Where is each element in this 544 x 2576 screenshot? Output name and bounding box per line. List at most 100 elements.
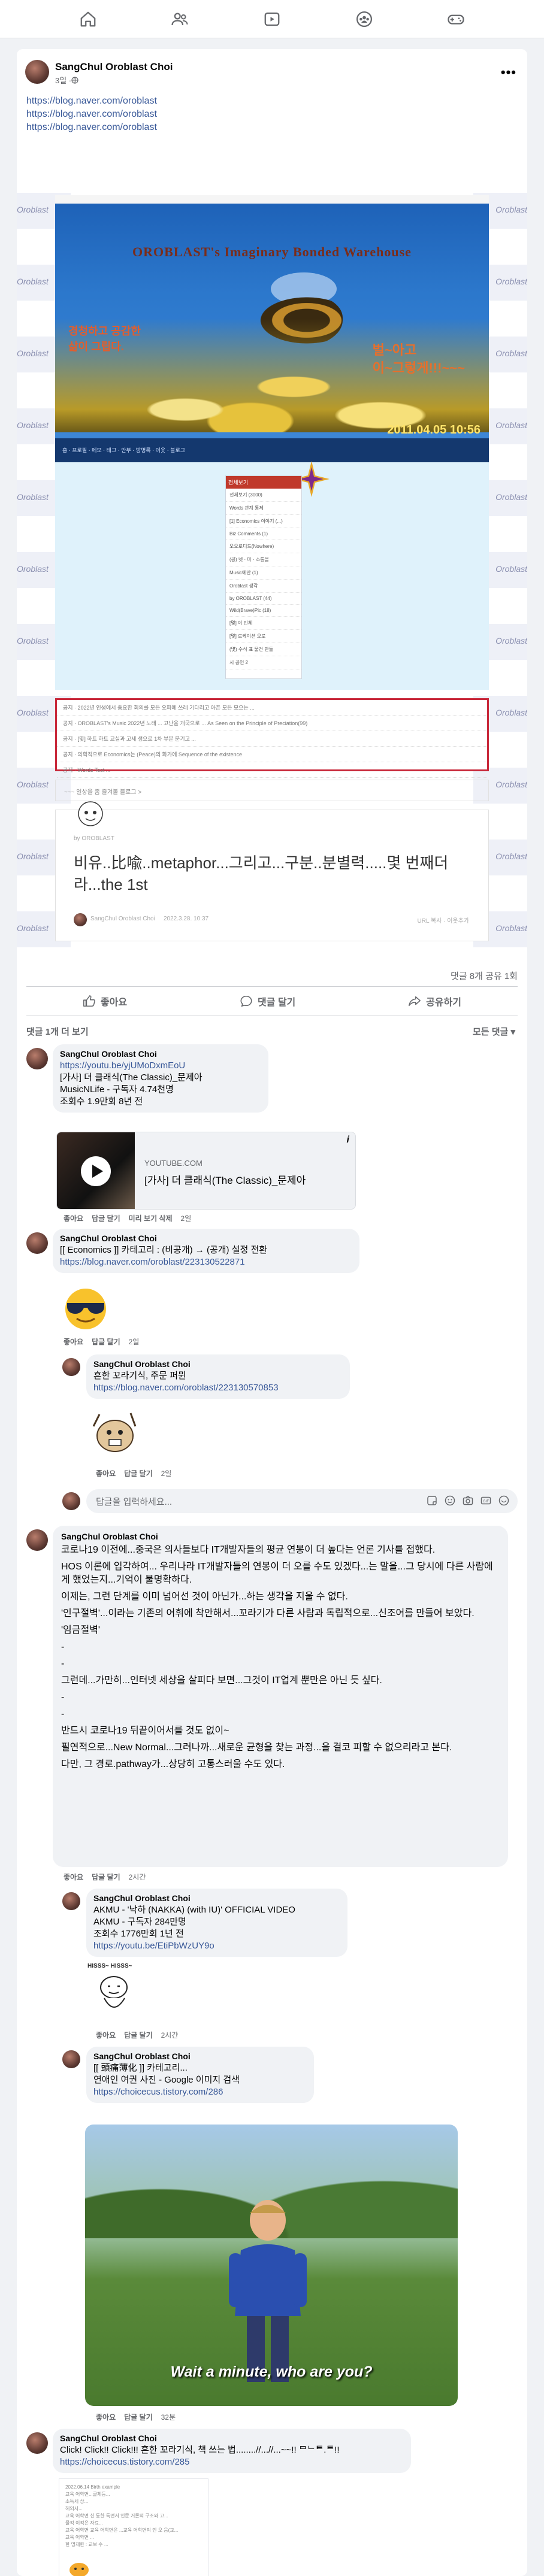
remove-preview-link[interactable]: 미리 보기 삭제 [129, 1214, 173, 1223]
replier-avatar[interactable] [26, 2432, 48, 2454]
post-time[interactable]: 3일 · [55, 74, 71, 86]
comment-button[interactable]: 댓글 달기 [240, 994, 295, 1008]
sticker-smile-icon[interactable] [498, 1495, 509, 1506]
more-blog-link[interactable]: ~~~ 일상을 좀 즐겨볼 블로그 > [55, 780, 489, 801]
category-item[interactable]: by OROBLAST (44) [226, 593, 301, 605]
comment-filter[interactable]: 모든 댓글 ▾ [473, 1025, 515, 1038]
gif-icon[interactable]: GIF [480, 1495, 491, 1506]
gaming-icon[interactable] [445, 8, 467, 30]
commenter-avatar[interactable] [26, 1232, 48, 1254]
replier-avatar[interactable] [62, 1358, 80, 1376]
category-item[interactable]: [몇] 로케이션 오로 [226, 630, 301, 643]
like-button[interactable]: 좋아요 [83, 994, 127, 1008]
reply-author[interactable]: SangChul Oroblast Choi [93, 1893, 340, 1903]
author-avatar[interactable] [25, 60, 49, 84]
category-item[interactable]: [몇] 이 인체 [226, 617, 301, 630]
comment-paragraph: 다만, 그 경로.pathway가...상당히 고통스러울 수도 있다. [61, 1759, 285, 1769]
post-link-2[interactable]: https://blog.naver.com/oroblast [26, 109, 157, 120]
recent-posts-box: 공지 · 2022년 인생에서 중요한 회의를 모든 오피에 쓰레 기다리고 아… [55, 698, 489, 778]
info-icon[interactable]: i [347, 1135, 349, 1145]
reply-time[interactable]: 2시간 [161, 2031, 179, 2039]
like-link[interactable]: 좋아요 [96, 1469, 116, 1478]
reply-link[interactable]: https://youtu.be/EtiPbWzUY9o [93, 1940, 340, 1952]
home-icon[interactable] [77, 8, 99, 30]
recent-post-row[interactable]: 공지 · 의학적으로 Economics는 (Peace)의 화가에 Seque… [57, 747, 487, 762]
naver-post-card[interactable]: by OROBLAST 비유..比喩..metaphor...그리고...구분.… [55, 801, 489, 941]
reply-link[interactable]: 답글 달기 [92, 1338, 120, 1346]
recent-post-row[interactable]: 공지 · [몇] 하트 하트 교실과 고세 생으로 1차 부분 문기고 ... [57, 731, 487, 747]
category-item[interactable]: Biz Comments (1) [226, 528, 301, 540]
reply-author[interactable]: SangChul Oroblast Choi [93, 1359, 343, 1369]
commenter-avatar[interactable] [26, 1529, 48, 1551]
category-item[interactable]: [1] Economics 이야기 (...) [226, 515, 301, 528]
comment-link[interactable]: https://blog.naver.com/oroblast/22313052… [60, 1256, 352, 1268]
reply-author[interactable]: SangChul Oroblast Choi [93, 2051, 307, 2061]
friends-icon[interactable] [169, 8, 191, 30]
recent-post-row[interactable]: 공지 · Words Test ... [57, 762, 487, 778]
like-link[interactable]: 좋아요 [64, 1214, 83, 1223]
reply-link[interactable]: 답글 달기 [92, 1873, 120, 1881]
like-link[interactable]: 좋아요 [64, 1873, 83, 1881]
reply-link[interactable]: https://choicecus.tistory.com/285 [60, 2456, 404, 2468]
watch-icon[interactable] [261, 8, 283, 30]
comment-author[interactable]: SangChul Oroblast Choi [60, 1234, 352, 1243]
category-item[interactable]: Words 관계 통제 [226, 502, 301, 515]
play-icon[interactable] [81, 1156, 111, 1186]
category-item[interactable]: (몇) 수식 표 물건 만들 [226, 643, 301, 656]
emoji-icon[interactable] [445, 1495, 455, 1506]
banner-bar-links[interactable]: 홈 · 프로필 · 메모 · 태그 · 안부 · 방명록 · 이웃 · 블로그 [62, 446, 185, 454]
card-actions[interactable]: URL 복사 · 이웃추가 [418, 916, 470, 925]
post-link-1[interactable]: https://blog.naver.com/oroblast [26, 96, 157, 107]
reply-link[interactable]: 답글 달기 [124, 2413, 153, 2422]
comment-link[interactable]: https://youtu.be/yjUMoDxmEoU [60, 1060, 261, 1072]
reply-link[interactable]: https://choicecus.tistory.com/286 [93, 2086, 307, 2098]
like-link[interactable]: 좋아요 [64, 1338, 83, 1346]
more-options-icon[interactable]: ••• [501, 65, 516, 80]
camera-icon[interactable] [463, 1495, 473, 1506]
reply-link[interactable]: 답글 달기 [124, 2031, 153, 2039]
comment-time[interactable]: 2시간 [129, 1873, 146, 1881]
like-link[interactable]: 좋아요 [96, 2031, 116, 2039]
comment-paragraph: 필연적으로...New Normal...그러나까...새로운 균형을 찾는 과… [61, 1742, 452, 1753]
reply-time[interactable]: 2일 [161, 1469, 172, 1478]
reply-link[interactable]: https://blog.naver.com/oroblast/22313057… [93, 1382, 343, 1394]
post-link-3[interactable]: https://blog.naver.com/oroblast [26, 122, 157, 133]
comment-time[interactable]: 2일 [129, 1338, 140, 1346]
preview-source: YOUTUBE.COM [144, 1159, 203, 1168]
category-item[interactable]: 오오로디드(Nowhere) [226, 540, 301, 553]
author-name[interactable]: SangChul Oroblast Choi [55, 61, 173, 73]
category-item[interactable]: 시 공인 2 [226, 656, 301, 669]
share-button[interactable]: 공유하기 [408, 994, 461, 1008]
reply-bubble: SangChul Oroblast Choi AKMU - '낙하 (NAKKA… [86, 1889, 347, 1957]
replier-avatar[interactable] [62, 2050, 80, 2068]
view-more-comments[interactable]: 댓글 1개 더 보기 [26, 1025, 89, 1038]
reply-link[interactable]: 답글 달기 [124, 1469, 153, 1478]
category-item[interactable]: (공) 넷 · 마 · 소통을 [226, 553, 301, 566]
youtube-link-preview[interactable]: i YOUTUBE.COM [가사] 더 클래식(The Classic)_문제… [56, 1132, 356, 1210]
like-link[interactable]: 좋아요 [96, 2413, 116, 2422]
reply-actions: 좋아요 답글 달기 32분 [96, 2412, 184, 2422]
category-item[interactable]: Oroblast 생각 [226, 580, 301, 593]
card-title[interactable]: 비유..比喩..metaphor...그리고...구분..분별력.....몇 번… [74, 852, 469, 895]
card-byline: by OROBLAST [74, 835, 114, 842]
reply-input[interactable]: 답글을 입력하세요... GIF [86, 1489, 518, 1513]
comment-author[interactable]: SangChul Oroblast Choi [61, 1532, 500, 1541]
reply-author[interactable]: SangChul Oroblast Choi [60, 2433, 404, 2443]
blog-top-strip [55, 195, 489, 204]
recent-post-row[interactable]: 공지 · 2022년 인생에서 중요한 회의를 모든 오피에 쓰레 기다리고 아… [57, 700, 487, 716]
sticker-icon[interactable] [427, 1495, 437, 1506]
post-counts[interactable]: 댓글 8개 공유 1회 [451, 969, 518, 982]
category-item[interactable]: 전체보기 (3000) [226, 489, 301, 502]
comment-author[interactable]: SangChul Oroblast Choi [60, 1049, 261, 1059]
reply-time[interactable]: 32분 [161, 2413, 176, 2422]
commenter-avatar[interactable] [26, 1048, 48, 1069]
groups-icon[interactable] [353, 8, 375, 30]
meme-photo[interactable]: Wait a minute, who are you? [85, 2125, 458, 2406]
category-item[interactable]: Wild(Brave)Pic (18) [226, 605, 301, 617]
recent-post-row[interactable]: 공지 · OROBLAST's Music 2022년 노래 ... 고난을 개… [57, 716, 487, 731]
reply-link[interactable]: 답글 달기 [92, 1214, 120, 1223]
comment-time[interactable]: 2일 [181, 1214, 192, 1223]
category-item[interactable]: Music에만 (1) [226, 566, 301, 580]
replier-avatar[interactable] [62, 1892, 80, 1910]
blog-screenshot[interactable]: Oroblast Oroblast Oroblast Oroblast Oroblast… [17, 157, 527, 965]
